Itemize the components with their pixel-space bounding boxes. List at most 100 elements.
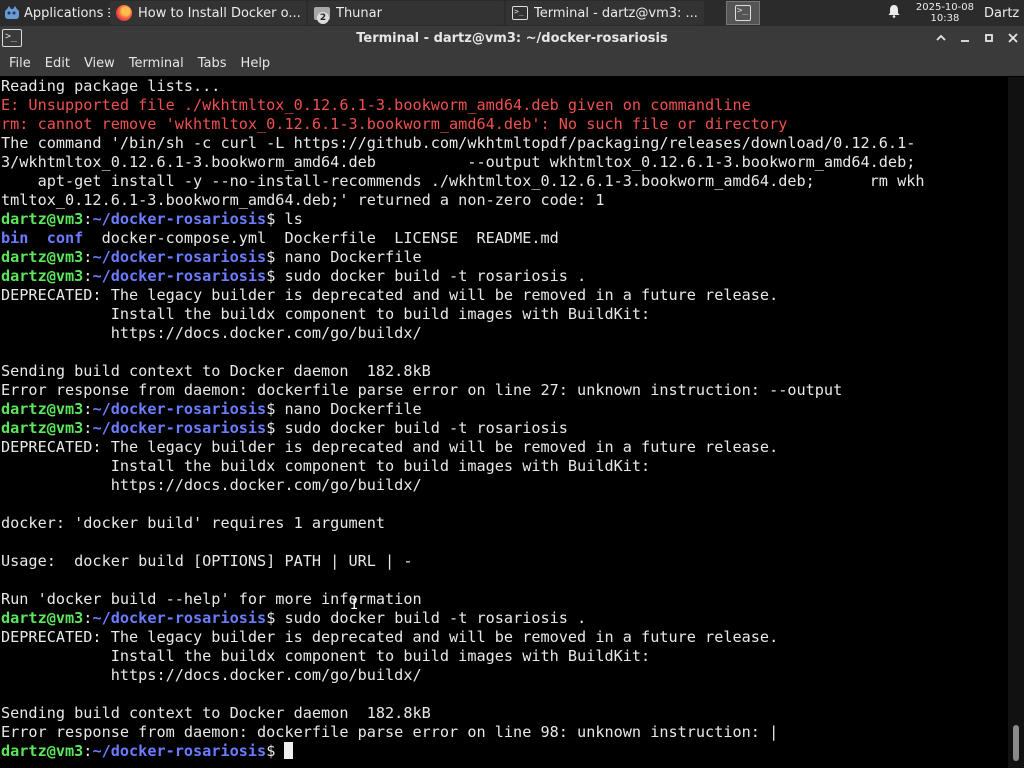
terminal-text: DEPRECATED: The legacy builder is deprec…: [1, 628, 779, 646]
terminal-icon[interactable]: >_: [2, 29, 22, 47]
task-label: How to Install Docker o...: [138, 5, 300, 21]
window-title: Terminal - dartz@vm3: ~/docker-rosariosi…: [356, 30, 668, 46]
prompt-user: dartz@vm3: [1, 267, 84, 285]
terminal-text: Error response from daemon: dockerfile p…: [1, 723, 779, 741]
menu-file[interactable]: File: [2, 56, 38, 71]
terminal-launcher-button[interactable]: >_: [726, 1, 760, 25]
terminal-scrollbar[interactable]: [1008, 77, 1024, 768]
taskbar: Applications ☰ How to Install Docker o..…: [0, 0, 1024, 26]
task-thunar[interactable]: 2 Thunar: [308, 1, 504, 25]
terminal-text: conf: [46, 229, 84, 247]
menu-edit[interactable]: Edit: [38, 56, 77, 71]
terminal-line: docker: 'docker build' requires 1 argume…: [0, 514, 1008, 533]
task-firefox[interactable]: How to Install Docker o...: [110, 1, 306, 25]
prompt-user: dartz@vm3: [1, 248, 84, 266]
terminal-line: Reading package lists...: [0, 77, 1008, 96]
terminal-line: dartz@vm3:~/docker-rosariosis$ sudo dock…: [0, 609, 1008, 628]
notification-bell-icon[interactable]: [884, 4, 904, 22]
scrollbar-thumb[interactable]: [1013, 725, 1019, 761]
menu-view[interactable]: View: [77, 56, 122, 71]
terminal-text: apt-get install -y --no-install-recommen…: [1, 172, 925, 190]
terminal-text: Sending build context to Docker daemon 1…: [1, 362, 431, 380]
terminal-line: Sending build context to Docker daemon 1…: [0, 704, 1008, 723]
terminal-line: dartz@vm3:~/docker-rosariosis$ nano Dock…: [0, 400, 1008, 419]
terminal-text: rm: cannot remove 'wkhtmltox_0.12.6.1-3.…: [1, 115, 788, 133]
folder-icon: 2: [314, 6, 330, 24]
terminal-line: dartz@vm3:~/docker-rosariosis$ sudo dock…: [0, 267, 1008, 286]
terminal-line: apt-get install -y --no-install-recommen…: [0, 172, 1008, 191]
terminal-text: $ sudo docker build -t rosariosis .: [266, 609, 587, 627]
terminal-line: dartz@vm3:~/docker-rosariosis$ sudo dock…: [0, 419, 1008, 438]
window-titlebar[interactable]: >_ Terminal - dartz@vm3: ~/docker-rosari…: [0, 26, 1024, 50]
terminal-line: dartz@vm3:~/docker-rosariosis$: [0, 742, 1008, 761]
terminal-line: Install the buildx component to build im…: [0, 457, 1008, 476]
prompt-user: dartz@vm3: [1, 419, 84, 437]
terminal-output[interactable]: Reading package lists... E: Unsupported f…: [0, 77, 1008, 768]
user-menu-button[interactable]: Dartz: [984, 6, 1024, 21]
terminal-line: Sending build context to Docker daemon 1…: [0, 362, 1008, 381]
terminal-text: tmltox_0.12.6.1-3.bookworm_amd64.deb;' r…: [1, 191, 605, 209]
terminal-text: DEPRECATED: The legacy builder is deprec…: [1, 438, 779, 456]
clock[interactable]: 2025-10-08 10:38: [916, 2, 974, 24]
clock-time: 10:38: [930, 13, 960, 24]
terminal-line: Usage: docker build [OPTIONS] PATH | URL…: [0, 552, 1008, 571]
applications-menu-button[interactable]: Applications ☰: [0, 0, 110, 26]
prompt-path: ~/docker-rosariosis: [92, 248, 267, 266]
terminal-text: https://docs.docker.com/go/buildx/: [1, 666, 422, 684]
menu-tabs[interactable]: Tabs: [191, 56, 234, 71]
task-terminal[interactable]: >_ Terminal - dartz@vm3: ...: [506, 1, 704, 25]
terminal-text: https://docs.docker.com/go/buildx/: [1, 324, 422, 342]
close-button[interactable]: [1006, 31, 1020, 45]
terminal-line: tmltox_0.12.6.1-3.bookworm_amd64.deb;' r…: [0, 191, 1008, 210]
terminal-text: 3/wkhtmltox_0.12.6.1-3.bookworm_amd64.de…: [1, 153, 916, 171]
shade-button[interactable]: [934, 31, 948, 45]
terminal-text: docker: 'docker build' requires 1 argume…: [1, 514, 386, 532]
terminal-line: rm: cannot remove 'wkhtmltox_0.12.6.1-3.…: [0, 115, 1008, 134]
terminal-text: Reading package lists...: [1, 77, 221, 95]
menu-terminal[interactable]: Terminal: [122, 56, 191, 71]
terminal-line: dartz@vm3:~/docker-rosariosis$ ls: [0, 210, 1008, 229]
terminal-text: $ nano Dockerfile: [266, 248, 422, 266]
terminal-line: Error response from daemon: dockerfile p…: [0, 381, 1008, 400]
window-count-badge: 2: [317, 11, 329, 24]
prompt-path: ~/docker-rosariosis: [92, 267, 267, 285]
menu-help[interactable]: Help: [234, 56, 278, 71]
terminal-text: DEPRECATED: The legacy builder is deprec…: [1, 286, 779, 304]
applications-label: Applications: [24, 5, 104, 21]
maximize-button[interactable]: [982, 31, 996, 45]
prompt-user: dartz@vm3: [1, 210, 84, 228]
terminal-text: Error response from daemon: dockerfile p…: [1, 381, 843, 399]
terminal-line: Install the buildx component to build im…: [0, 305, 1008, 324]
prompt-path: ~/docker-rosariosis: [92, 609, 267, 627]
text-cursor: [284, 742, 294, 759]
terminal-line: dartz@vm3:~/docker-rosariosis$ nano Dock…: [0, 248, 1008, 267]
terminal-line: DEPRECATED: The legacy builder is deprec…: [0, 286, 1008, 305]
terminal-line: The command '/bin/sh -c curl -L https://…: [0, 134, 1008, 153]
terminal-text: Run 'docker build --help' for more infor…: [1, 590, 422, 608]
prompt-path: ~/docker-rosariosis: [92, 400, 267, 418]
terminal-text: E: Unsupported file ./wkhtmltox_0.12.6.1…: [1, 96, 751, 114]
prompt-path: ~/docker-rosariosis: [92, 210, 267, 228]
menubar: File Edit View Terminal Tabs Help: [0, 50, 1024, 76]
terminal-text: Sending build context to Docker daemon 1…: [1, 704, 431, 722]
terminal-line: 3/wkhtmltox_0.12.6.1-3.bookworm_amd64.de…: [0, 153, 1008, 172]
terminal-line: https://docs.docker.com/go/buildx/: [0, 666, 1008, 685]
terminal-text: $ nano Dockerfile: [266, 400, 422, 418]
xfce-mouse-icon: [4, 5, 20, 21]
mouse-ibeam-cursor-icon: I: [350, 597, 359, 613]
terminal-text: $ sudo docker build -t rosariosis: [266, 419, 568, 437]
terminal-text: Install the buildx component to build im…: [1, 647, 651, 665]
terminal-text: $ sudo docker build -t rosariosis .: [266, 267, 587, 285]
minimize-button[interactable]: [958, 31, 972, 45]
terminal-text: docker-compose.yml Dockerfile LICENSE RE…: [83, 229, 559, 247]
terminal-text: bin: [1, 229, 29, 247]
terminal-line: bin conf docker-compose.yml Dockerfile L…: [0, 229, 1008, 248]
window-controls: [934, 26, 1020, 50]
terminal-line: https://docs.docker.com/go/buildx/: [0, 476, 1008, 495]
terminal-text: The command '/bin/sh -c curl -L https://…: [1, 134, 916, 152]
firefox-icon: [116, 5, 132, 21]
